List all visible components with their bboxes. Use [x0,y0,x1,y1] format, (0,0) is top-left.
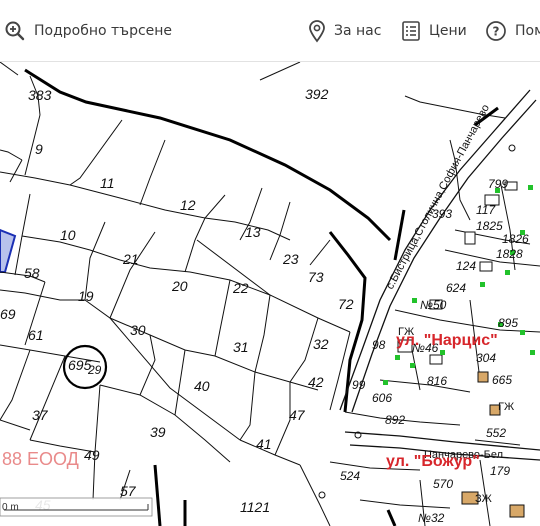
parcel-606[interactable]: 606 [372,391,392,405]
parcel-9[interactable]: 9 [35,141,43,157]
parcel-98[interactable]: 98 [372,338,386,352]
parcel-marker[interactable]: 695 29 [62,344,108,390]
parcel-12[interactable]: 12 [180,197,196,213]
label-552: 552 [486,426,506,440]
label-816: 816 [427,374,447,388]
parcel-99[interactable]: 99 [352,378,366,392]
cadastral-map[interactable]: с.Бистрица,Столична,София-Панчарево Панч… [0,62,540,526]
parcel-524[interactable]: 524 [340,469,360,483]
parcel-117[interactable]: 117 [476,203,496,217]
label-1825: 1825 [476,219,503,233]
label-799: 799 [488,177,508,191]
label-1828: 1828 [496,247,523,261]
label-179: 179 [490,464,510,478]
prices-link[interactable]: Цени [401,0,467,62]
document-list-icon [401,20,421,42]
parcel-69[interactable]: 69 [0,306,16,322]
label-no50: №50 [420,298,447,312]
prices-label: Цени [429,22,467,39]
parcel-marker-bottom: 29 [87,363,102,377]
parcel-39[interactable]: 39 [150,424,166,440]
parcel-393[interactable]: 393 [432,207,452,221]
label-665: 665 [492,373,512,387]
parcel-72[interactable]: 72 [338,296,354,312]
parcel-57[interactable]: 57 [120,483,137,499]
parcel-11[interactable]: 11 [100,175,115,191]
parcel-892[interactable]: 892 [385,413,405,427]
parcel-20[interactable]: 20 [171,278,188,294]
parcel-383[interactable]: 383 [28,87,52,103]
parcel-73[interactable]: 73 [308,269,324,285]
parcel-21[interactable]: 21 [122,251,139,267]
help-link[interactable]: ? Пом [485,0,540,62]
advanced-search-label: Подробно търсене [34,22,173,39]
search-plus-icon [4,20,26,42]
parcel-23[interactable]: 23 [282,251,299,267]
parcel-41[interactable]: 41 [256,436,272,452]
label-624: 624 [446,281,466,295]
selected-parcel[interactable] [0,228,17,273]
parcel-31[interactable]: 31 [233,339,249,355]
parcel-392[interactable]: 392 [305,86,329,102]
parcel-570[interactable]: 570 [433,477,453,491]
map-pin-icon [308,19,326,43]
parcel-49[interactable]: 49 [84,447,100,463]
label-895: 895 [498,316,518,330]
label-304: 304 [476,351,496,365]
parcel-47[interactable]: 47 [289,407,306,423]
parcel-124[interactable]: 124 [456,259,476,273]
advanced-search-link[interactable]: Подробно търсене [4,0,172,62]
parcel-61[interactable]: 61 [28,327,44,343]
about-us-link[interactable]: За нас [308,0,381,62]
street-label-nartsis: ул. "Нарцис" [396,332,498,349]
parcel-1121[interactable]: 1121 [240,499,270,515]
about-us-label: За нас [334,22,382,39]
help-circle-icon: ? [485,20,507,42]
company-watermark: 88 ЕООД [2,449,79,469]
parcel-13[interactable]: 13 [245,224,261,240]
parcel-10[interactable]: 10 [60,227,76,243]
help-label: Пом [515,22,540,39]
label-no32: №32 [418,511,445,525]
street-label-bozhur: ул. "Божур" [386,453,480,470]
parcel-30[interactable]: 30 [130,322,146,338]
parcel-22[interactable]: 22 [232,280,249,296]
label-zzh: ЗЖ [475,493,492,505]
top-toolbar: Подробно търсене За нас Цени ? Пом [0,0,540,62]
parcel-42[interactable]: 42 [308,374,324,390]
parcel-58[interactable]: 58 [24,265,40,281]
parcel-32[interactable]: 32 [313,336,329,352]
parcel-40[interactable]: 40 [194,378,210,394]
parcel-37[interactable]: 37 [32,407,49,423]
scale-label: 0 m [2,502,19,513]
parcel-19[interactable]: 19 [78,288,94,304]
label-1826: 1826 [502,232,529,246]
svg-text:?: ? [493,24,500,38]
scale-bar: 0 m [0,497,153,517]
label-gzh-2: ГЖ [498,401,514,413]
